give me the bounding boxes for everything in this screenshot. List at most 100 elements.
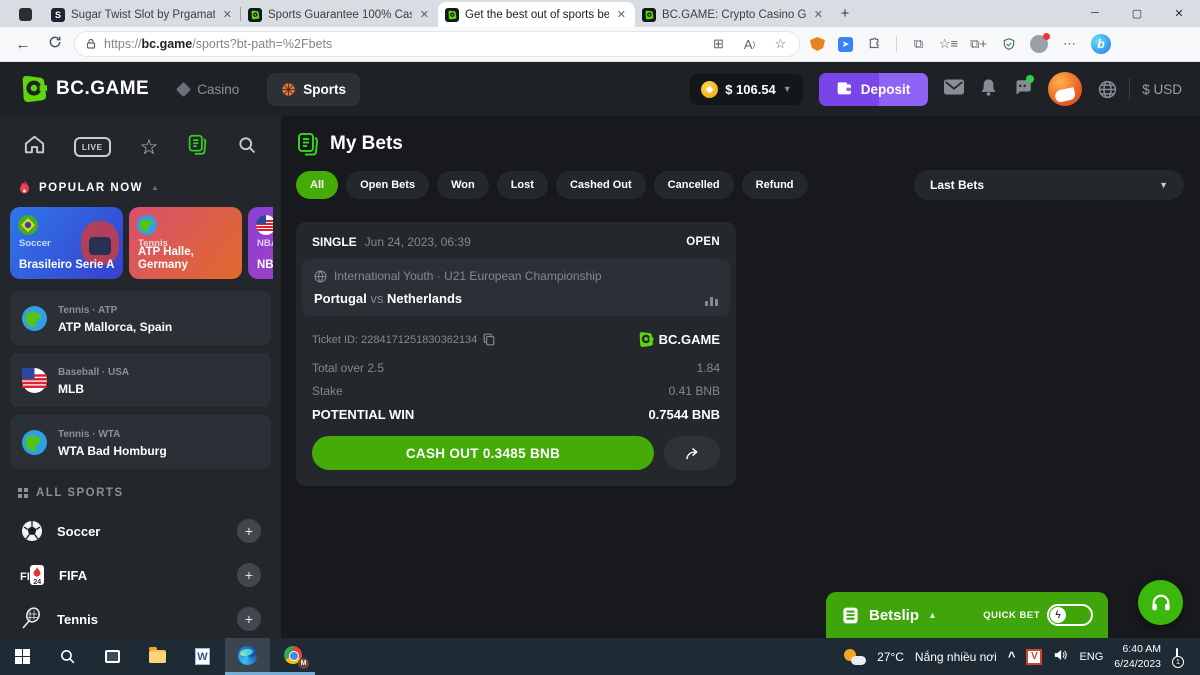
tab-actions-icon[interactable] bbox=[12, 4, 38, 24]
favorites-star-icon[interactable]: ☆ bbox=[140, 137, 159, 158]
filter-cancelled[interactable]: Cancelled bbox=[654, 171, 734, 199]
address-bar[interactable]: https://bc.game/sports?bt-path=%2Fbets ⊞… bbox=[74, 31, 800, 57]
copy-icon[interactable] bbox=[483, 333, 495, 346]
read-aloud-icon[interactable]: A) bbox=[741, 36, 758, 53]
metamask-icon[interactable] bbox=[810, 37, 825, 51]
league-item-mlb[interactable]: Baseball · USAMLB bbox=[10, 353, 271, 407]
favorite-star-icon[interactable]: ☆ bbox=[772, 36, 789, 53]
close-button[interactable]: ✕ bbox=[1158, 0, 1200, 26]
task-view-button[interactable] bbox=[90, 638, 135, 675]
popular-card-brasileiro[interactable]: Soccer Brasileiro Serie A bbox=[10, 207, 123, 279]
live-nav-icon[interactable]: LIVE bbox=[74, 137, 111, 157]
support-button[interactable] bbox=[1138, 580, 1183, 625]
filter-won[interactable]: Won bbox=[437, 171, 489, 199]
collections-icon[interactable]: ⧉+ bbox=[970, 36, 987, 53]
tray-expand-icon[interactable]: ^ bbox=[1008, 649, 1016, 664]
clock[interactable]: 6:40 AM 6/24/2023 bbox=[1114, 642, 1161, 670]
refresh-icon[interactable] bbox=[42, 35, 68, 53]
more-menu-icon[interactable]: ⋯ bbox=[1061, 36, 1078, 53]
taskbar-search-button[interactable] bbox=[45, 638, 90, 675]
favorites-list-icon[interactable]: ☆≡ bbox=[940, 36, 957, 53]
volume-icon[interactable] bbox=[1053, 648, 1068, 665]
wallet-extension-icon[interactable]: ➤ bbox=[838, 37, 853, 52]
filter-open-bets[interactable]: Open Bets bbox=[346, 171, 429, 199]
notification-center-button[interactable]: 1 bbox=[1172, 649, 1192, 665]
expand-plus-icon[interactable]: + bbox=[237, 519, 261, 543]
browser-essentials-icon[interactable] bbox=[1000, 36, 1017, 53]
popular-cards: Soccer Brasileiro Serie A Tennis ATP Hal… bbox=[8, 205, 273, 283]
popular-now-header[interactable]: POPULAR NOW ▲ bbox=[8, 174, 273, 205]
weather-text[interactable]: Nắng nhiều nơi bbox=[915, 650, 997, 664]
balance-selector[interactable]: ◆ $ 106.54 ▼ bbox=[690, 74, 803, 105]
search-icon bbox=[59, 648, 76, 665]
notifications-bell-icon[interactable] bbox=[980, 78, 997, 101]
browser-tab-active[interactable]: Get the best out of sports betting ✕ bbox=[438, 2, 635, 27]
my-bets-icon[interactable] bbox=[187, 134, 208, 160]
currency-label[interactable]: $ USD bbox=[1142, 82, 1182, 97]
extension-icon[interactable] bbox=[866, 36, 883, 53]
word-button[interactable]: W bbox=[180, 638, 225, 675]
search-icon[interactable] bbox=[237, 135, 257, 160]
sport-row-tennis[interactable]: Tennis + bbox=[8, 597, 273, 638]
filter-all[interactable]: All bbox=[296, 171, 338, 199]
bcgame-logo-icon bbox=[18, 74, 48, 104]
popular-card-nba[interactable]: NBA 2 NBA bbox=[248, 207, 273, 279]
tab-close-icon[interactable]: ✕ bbox=[418, 8, 431, 21]
locale-currency: $ USD bbox=[1098, 78, 1182, 100]
language-indicator[interactable]: ENG bbox=[1079, 651, 1103, 663]
deposit-button[interactable]: Deposit bbox=[819, 73, 929, 106]
expand-plus-icon[interactable]: + bbox=[237, 563, 261, 587]
filter-cashed-out[interactable]: Cashed Out bbox=[556, 171, 646, 199]
league-category: Tennis · WTA bbox=[58, 429, 120, 440]
browser-profile-avatar[interactable] bbox=[1030, 35, 1048, 53]
sport-row-fifa[interactable]: FI24 FIFA + bbox=[8, 553, 273, 597]
nav-sports[interactable]: Sports bbox=[267, 73, 360, 106]
share-button[interactable] bbox=[664, 436, 720, 470]
new-tab-button[interactable]: + bbox=[832, 1, 858, 25]
filter-lost[interactable]: Lost bbox=[497, 171, 548, 199]
league-item-atp-mallorca[interactable]: Tennis · ATPATP Mallorca, Spain bbox=[10, 291, 271, 345]
split-view-icon[interactable]: ⧉ bbox=[910, 36, 927, 53]
match-box[interactable]: International Youth · U21 European Champ… bbox=[302, 259, 730, 316]
restore-button[interactable]: ▢ bbox=[1116, 0, 1158, 26]
minimize-button[interactable]: ─ bbox=[1074, 0, 1116, 26]
sort-dropdown[interactable]: Last Bets ▼ bbox=[914, 170, 1184, 200]
url-text[interactable]: https://bc.game/sports?bt-path=%2Fbets bbox=[104, 37, 703, 51]
lock-icon[interactable] bbox=[85, 38, 97, 50]
nav-casino[interactable]: Casino bbox=[163, 73, 253, 106]
edge-taskbar-button[interactable] bbox=[225, 638, 270, 675]
collapse-icon[interactable]: ▲ bbox=[151, 183, 160, 192]
expand-plus-icon[interactable]: + bbox=[237, 607, 261, 631]
popular-card-atp-halle[interactable]: Tennis ATP Halle, Germany bbox=[129, 207, 242, 279]
browser-tab-4[interactable]: BC.GAME: Crypto Casino Games ✕ bbox=[635, 2, 832, 27]
unikey-icon[interactable]: V bbox=[1026, 649, 1042, 665]
home-team: Portugal bbox=[314, 291, 367, 306]
cash-out-button[interactable]: CASH OUT 0.3485 BNB bbox=[312, 436, 654, 470]
back-icon[interactable]: ← bbox=[10, 36, 36, 53]
mail-icon[interactable] bbox=[944, 79, 964, 100]
start-button[interactable] bbox=[0, 638, 45, 675]
user-avatar[interactable] bbox=[1048, 72, 1082, 106]
betslip-bar[interactable]: Betslip ▲ QUICK BET ϟ bbox=[826, 592, 1108, 638]
split-screen-icon[interactable]: ⊞ bbox=[710, 36, 727, 53]
sport-row-soccer[interactable]: Soccer + bbox=[8, 509, 273, 553]
filter-refund[interactable]: Refund bbox=[742, 171, 808, 199]
market-label: Total over 2.5 bbox=[312, 361, 384, 375]
file-explorer-button[interactable] bbox=[135, 638, 180, 675]
league-item-wta-bad-homburg[interactable]: Tennis · WTAWTA Bad Homburg bbox=[10, 415, 271, 469]
quick-bet-toggle[interactable]: ϟ bbox=[1047, 604, 1093, 626]
tab-close-icon[interactable]: ✕ bbox=[615, 8, 628, 21]
bcgame-logo[interactable]: BC.GAME bbox=[18, 74, 149, 104]
browser-tab-2[interactable]: Sports Guarantee 100% Cashback ✕ bbox=[241, 2, 438, 27]
weather-temp[interactable]: 27°C bbox=[877, 650, 904, 664]
browser-tab-1[interactable]: S Sugar Twist Slot by Prgamatic Pla ✕ bbox=[44, 2, 241, 27]
weather-icon bbox=[844, 649, 866, 665]
home-icon[interactable] bbox=[24, 135, 45, 159]
tab-close-icon[interactable]: ✕ bbox=[812, 8, 825, 21]
tab-close-icon[interactable]: ✕ bbox=[221, 8, 234, 21]
chrome-taskbar-button[interactable]: M bbox=[270, 638, 315, 675]
globe-language-icon[interactable] bbox=[1098, 80, 1117, 99]
copilot-icon[interactable]: b bbox=[1091, 34, 1111, 54]
chat-icon[interactable] bbox=[1013, 78, 1032, 101]
stats-icon[interactable] bbox=[705, 297, 718, 306]
